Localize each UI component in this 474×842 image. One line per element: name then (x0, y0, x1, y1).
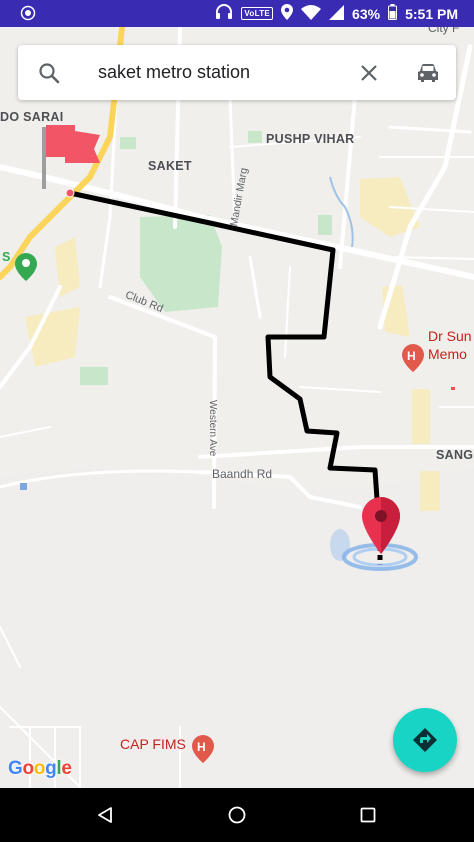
battery-icon (388, 4, 398, 23)
commercial-area (420, 471, 440, 511)
close-icon[interactable] (360, 64, 378, 82)
location-icon (281, 4, 294, 23)
park-area (318, 215, 332, 235)
google-logo-letter: G (8, 758, 23, 779)
water (330, 529, 350, 561)
park-area (80, 367, 108, 385)
map-label-pushp-vihar: PUSHP VIHAR (266, 132, 355, 146)
hospital-icon: H (402, 344, 424, 372)
transit-icon (20, 483, 27, 490)
google-logo-letter: o (33, 758, 46, 779)
recent-apps-icon[interactable] (360, 807, 376, 828)
map-label-sang: SANG (436, 448, 474, 462)
google-logo-letter: o (22, 758, 34, 779)
google-logo-letter: e (61, 758, 72, 779)
car-icon[interactable] (416, 62, 440, 84)
map-canvas: H H (0, 27, 474, 788)
google-logo: Google (8, 758, 72, 780)
park-poi-icon (15, 253, 37, 281)
commercial-area (412, 389, 430, 444)
navigation-bar (0, 788, 474, 842)
wifi-icon (301, 4, 322, 23)
search-icon[interactable] (38, 62, 60, 84)
poi-dot (451, 387, 455, 390)
park-area (248, 131, 262, 143)
map-label-saket: SAKET (148, 159, 192, 173)
volte-badge: VoLTE (241, 7, 274, 20)
svg-text:H: H (197, 740, 206, 754)
home-icon[interactable] (227, 805, 247, 830)
notification-icon (20, 5, 36, 24)
park-area (140, 215, 222, 312)
screen: VoLTE 63% 5:51 PM H H DO SARAI PUSHP VIH… (0, 0, 474, 842)
directions-icon (413, 728, 437, 752)
svg-text:H: H (407, 349, 416, 363)
battery-text: 63% (352, 5, 381, 22)
start-point (65, 188, 75, 198)
google-logo-letter: g (45, 758, 57, 779)
park-area (120, 137, 136, 149)
search-input[interactable]: saket metro station (98, 62, 250, 83)
map-label-baandh-rd: Baandh Rd (212, 467, 273, 481)
map-label-cap-fims: CAP FIMS (120, 736, 186, 752)
map-label-do-sarai: DO SARAI (0, 110, 64, 124)
map-label-city: City F (428, 27, 460, 35)
map-label-s: S (2, 250, 11, 264)
map-label-dr-sun: Dr Sun (428, 328, 472, 344)
back-icon[interactable] (96, 806, 114, 829)
map-view[interactable]: H H DO SARAI PUSHP VIHAR SAKET Mandir Ma… (0, 27, 474, 788)
headphones-icon (215, 4, 233, 23)
search-bar[interactable]: saket metro station (18, 45, 456, 100)
directions-button[interactable] (393, 708, 457, 772)
signal-icon (329, 4, 345, 23)
map-label-western-ave: Western Ave (207, 400, 218, 457)
status-bar: VoLTE 63% 5:51 PM (0, 0, 474, 27)
map-label-memo: Memo (428, 346, 467, 362)
clock: 5:51 PM (405, 5, 458, 22)
